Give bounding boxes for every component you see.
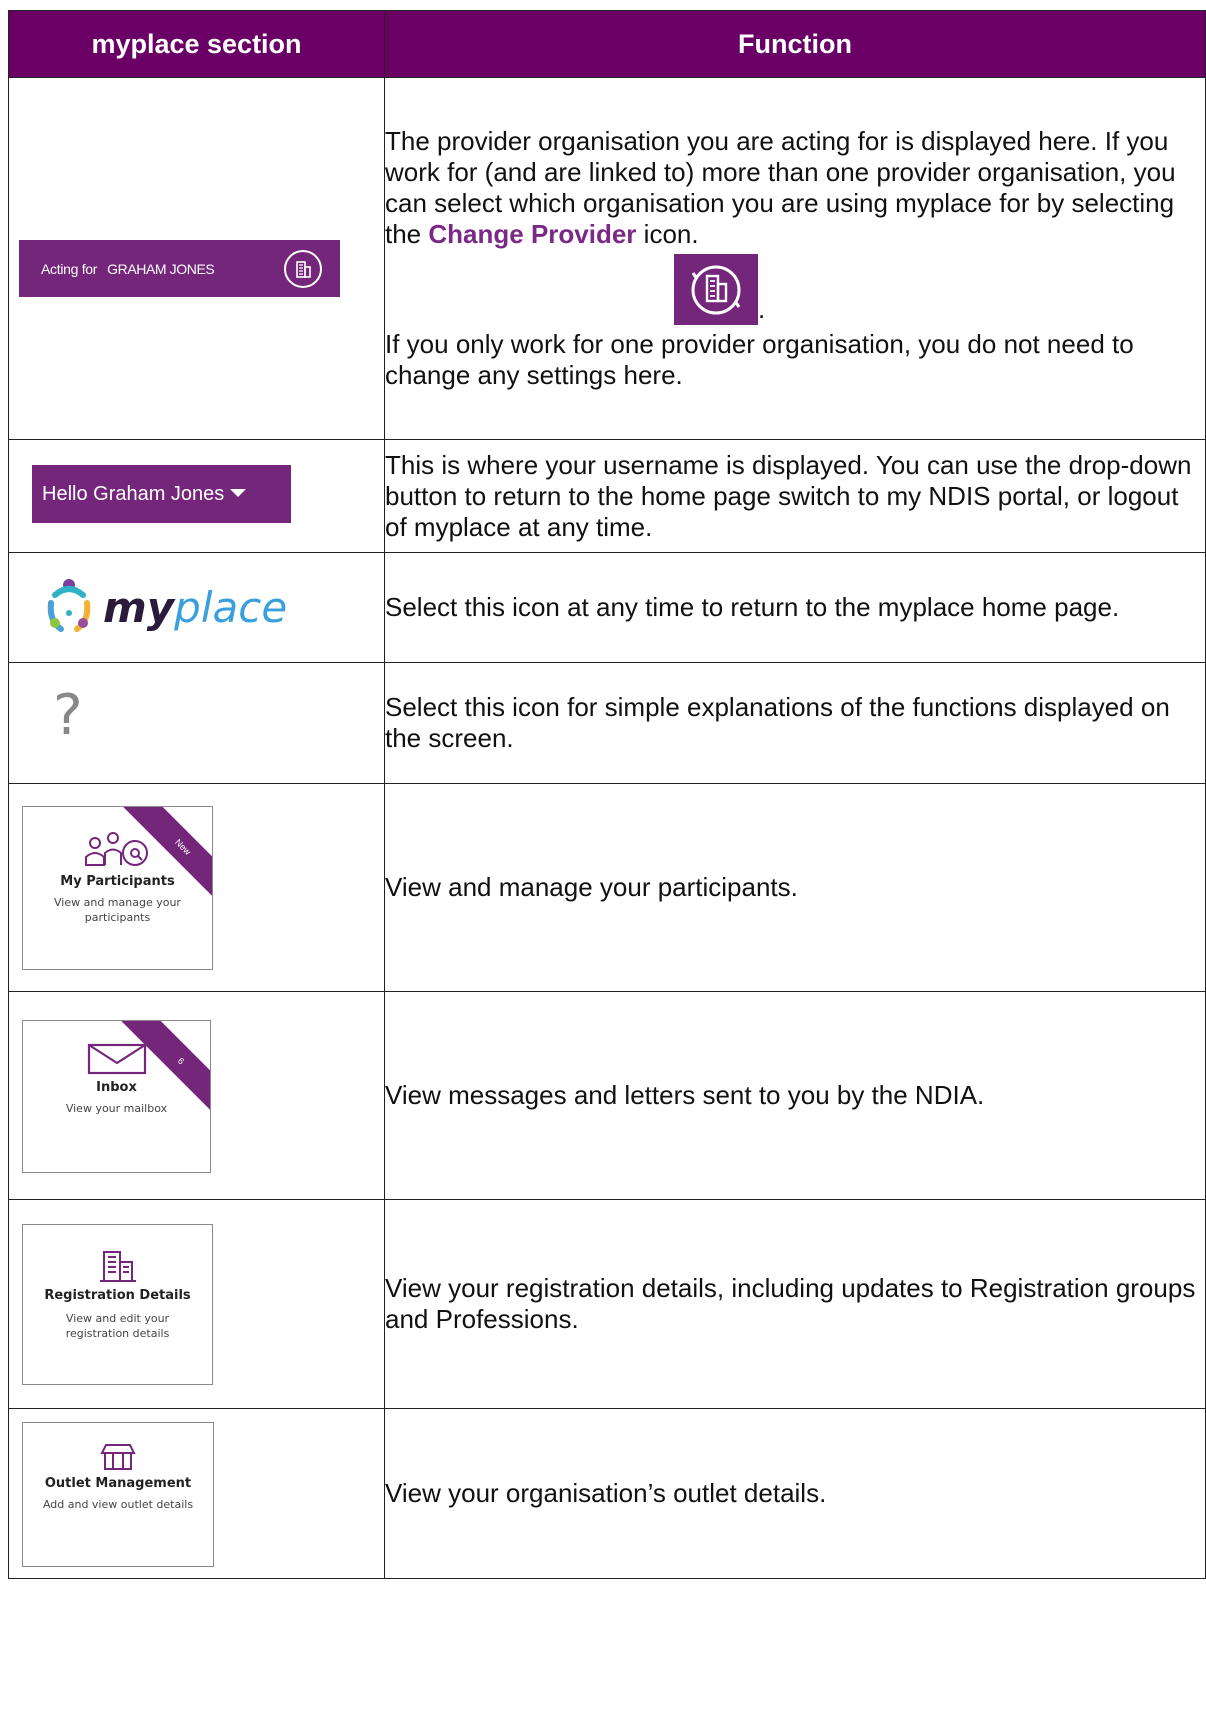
table-header: myplace section Function <box>8 10 1206 78</box>
acting-for-bar: Acting for GRAHAM JONES <box>19 240 340 297</box>
acting-for-name: GRAHAM JONES <box>107 260 215 277</box>
function-cell: Select this icon at any time to return t… <box>384 552 1206 663</box>
building-icon <box>99 1251 136 1282</box>
section-cell: ? <box>8 662 385 784</box>
section-cell: Acting for GRAHAM JONES <box>8 77 385 440</box>
function-cell: This is where your username is displayed… <box>384 439 1206 553</box>
change-provider-link: Change Provider <box>428 219 637 249</box>
hello-label: Hello Graham Jones <box>42 482 225 505</box>
period-mark: . <box>758 294 766 324</box>
function-cell: View messages and letters sent to you by… <box>384 991 1206 1200</box>
change-provider-icon[interactable] <box>284 250 322 288</box>
header-col-function: Function <box>384 10 1206 78</box>
header-col-section: myplace section <box>8 10 385 78</box>
table-row: my place Select this icon at any time to… <box>8 552 1206 663</box>
table-row: New My Participants View and manage your… <box>8 783 1206 992</box>
tile-title: My Participants <box>60 874 175 889</box>
tile-title: Registration Details <box>44 1288 191 1303</box>
tile-subtitle: View your mailbox <box>65 1102 168 1115</box>
participants-icon <box>84 832 148 866</box>
function-cell: View and manage your participants. <box>384 783 1206 992</box>
inbox-tile[interactable]: 6 Inbox View your mailbox <box>22 1020 211 1173</box>
user-menu-button[interactable]: Hello Graham Jones <box>32 465 291 523</box>
function-text-part: icon. <box>636 219 699 249</box>
change-provider-icon-large <box>674 254 758 325</box>
function-text: The provider organisation you are acting… <box>385 126 1205 250</box>
tile-subtitle: View and edit your registration details <box>65 1312 170 1340</box>
table-row: ? Select this icon for simple explanatio… <box>8 662 1206 784</box>
tile-title: Outlet Management <box>44 1476 192 1491</box>
table-row: Hello Graham Jones This is where your us… <box>8 439 1206 553</box>
change-provider-icon-row: . <box>385 250 1205 325</box>
table-row: Outlet Management Add and view outlet de… <box>8 1408 1206 1579</box>
table-row: Acting for GRAHAM JONES The provider org… <box>8 77 1206 440</box>
help-icon[interactable]: ? <box>53 683 83 748</box>
dropdown-caret-icon <box>230 489 247 497</box>
table-row: 6 Inbox View your mailbox View messages … <box>8 991 1206 1200</box>
section-cell: Registration Details View and edit your … <box>8 1199 385 1409</box>
myplace-section-table: myplace section Function Acting for GRAH… <box>8 10 1206 1579</box>
myplace-logo[interactable]: my place <box>41 577 287 637</box>
function-cell: View your organisation’s outlet details. <box>384 1408 1206 1579</box>
acting-for-label: Acting for <box>41 260 98 277</box>
function-cell: Select this icon for simple explanations… <box>384 662 1206 784</box>
tile-subtitle: View and manage your participants <box>54 896 181 924</box>
section-cell: my place <box>8 552 385 663</box>
section-cell: Outlet Management Add and view outlet de… <box>8 1408 385 1579</box>
my-participants-tile[interactable]: New My Participants View and manage your… <box>22 806 213 970</box>
function-cell: View your registration details, includin… <box>384 1199 1206 1409</box>
section-cell: Hello Graham Jones <box>8 439 385 553</box>
outlet-management-tile[interactable]: Outlet Management Add and view outlet de… <box>22 1422 214 1567</box>
table-row: Registration Details View and edit your … <box>8 1199 1206 1409</box>
logo-text-place: place <box>174 582 288 632</box>
envelope-icon <box>87 1043 146 1075</box>
shop-icon <box>100 1444 136 1470</box>
section-cell: New My Participants View and manage your… <box>8 783 385 992</box>
myplace-logo-mark <box>47 579 91 632</box>
section-cell: 6 Inbox View your mailbox <box>8 991 385 1200</box>
function-text-2: If you only work for one provider organi… <box>385 329 1134 390</box>
tile-subtitle: Add and view outlet details <box>42 1498 194 1511</box>
function-cell: The provider organisation you are acting… <box>384 77 1206 440</box>
logo-text-my: my <box>103 582 175 632</box>
registration-details-tile[interactable]: Registration Details View and edit your … <box>22 1224 213 1385</box>
